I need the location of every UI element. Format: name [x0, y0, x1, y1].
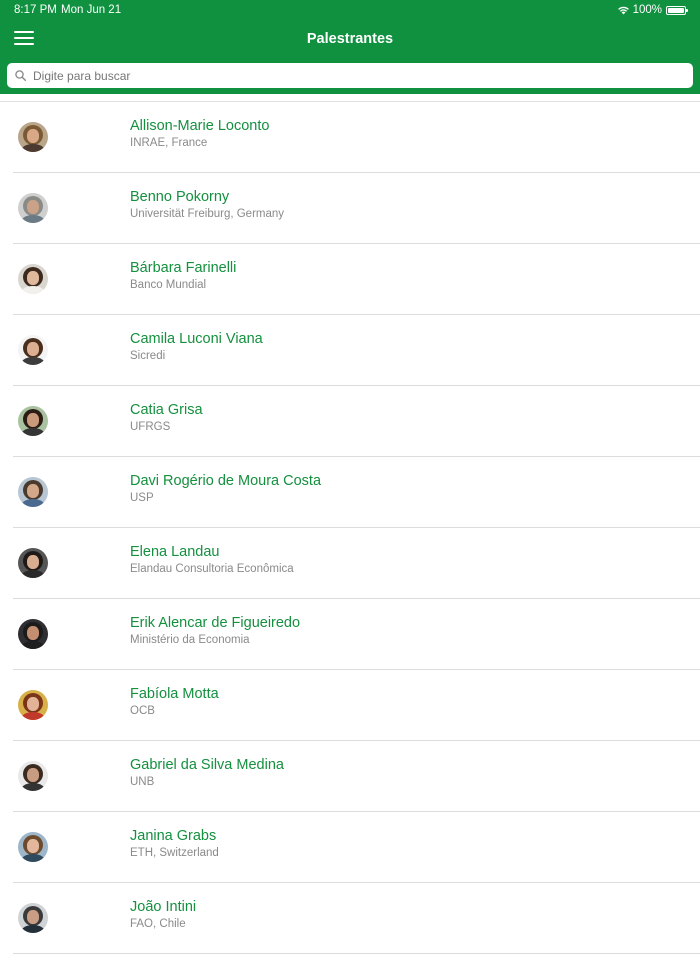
- speaker-avatar: [18, 477, 48, 507]
- speaker-organization: OCB: [130, 705, 155, 717]
- speaker-avatar: [18, 122, 48, 152]
- speaker-name: Camila Luconi Viana: [130, 331, 263, 347]
- speaker-organization: UFRGS: [130, 421, 171, 433]
- search-input[interactable]: [33, 63, 683, 88]
- speaker-avatar: [18, 406, 48, 436]
- status-bar: 8:17 PM Mon Jun 21 100%: [0, 0, 700, 22]
- speaker-row[interactable]: Janina Grabs ETH, Switzerland: [0, 812, 700, 883]
- speaker-name: Allison-Marie Loconto: [130, 118, 270, 134]
- speaker-name: Bárbara Farinelli: [130, 260, 237, 276]
- speaker-organization: Elandau Consultoria Econômica: [130, 563, 294, 575]
- speaker-avatar: [18, 690, 48, 720]
- status-time: 8:17 PM: [14, 4, 57, 16]
- speaker-row[interactable]: Erik Alencar de Figueiredo Ministério da …: [0, 599, 700, 670]
- speaker-organization: INRAE, France: [130, 137, 208, 149]
- speaker-organization: Sicredi: [130, 350, 166, 362]
- speaker-avatar: [18, 264, 48, 294]
- speaker-name: Janina Grabs: [130, 828, 217, 844]
- speaker-row[interactable]: Camila Luconi Viana Sicredi: [0, 315, 700, 386]
- speaker-avatar: [18, 193, 48, 223]
- speaker-avatar: [18, 903, 48, 933]
- speaker-avatar: [18, 761, 48, 791]
- speaker-organization: Banco Mundial: [130, 279, 207, 291]
- page-title: Palestrantes: [306, 31, 394, 47]
- speaker-row[interactable]: João Intini FAO, Chile: [0, 883, 700, 954]
- speaker-name: Erik Alencar de Figueiredo: [130, 615, 301, 631]
- speaker-organization: Ministério da Economia: [130, 634, 250, 646]
- speaker-row[interactable]: Fabíola Motta OCB: [0, 670, 700, 741]
- speaker-list: Allison-Marie Loconto INRAE, France Benno …: [0, 101, 700, 954]
- speaker-name: Benno Pokorny: [130, 189, 230, 205]
- speaker-organization: UNB: [130, 776, 155, 788]
- speaker-avatar: [18, 619, 48, 649]
- battery-percentage: 100%: [632, 4, 662, 16]
- speaker-name: Davi Rogério de Moura Costa: [130, 473, 322, 489]
- battery-icon: [666, 5, 688, 15]
- speaker-organization: Universität Freiburg, Germany: [130, 208, 285, 220]
- speaker-row[interactable]: Bárbara Farinelli Banco Mundial: [0, 244, 700, 315]
- app-header: 8:17 PM Mon Jun 21 100% Palestrantes: [0, 0, 700, 94]
- search-icon: [15, 70, 26, 81]
- speaker-row[interactable]: Gabriel da Silva Medina UNB: [0, 741, 700, 812]
- speaker-organization: FAO, Chile: [130, 918, 186, 930]
- speaker-row[interactable]: Davi Rogério de Moura Costa USP: [0, 457, 700, 528]
- wifi-icon: [617, 6, 629, 15]
- speaker-name: João Intini: [130, 899, 197, 915]
- speaker-row[interactable]: Elena Landau Elandau Consultoria Econômic…: [0, 528, 700, 599]
- status-right: 100%: [617, 4, 688, 16]
- speaker-avatar: [18, 548, 48, 578]
- speaker-row[interactable]: Benno Pokorny Universität Freiburg, Germa…: [0, 173, 700, 244]
- speaker-row[interactable]: Allison-Marie Loconto INRAE, France: [0, 102, 700, 173]
- speaker-name: Fabíola Motta: [130, 686, 219, 702]
- speaker-name: Gabriel da Silva Medina: [130, 757, 284, 773]
- speaker-organization: ETH, Switzerland: [130, 847, 219, 859]
- speaker-name: Catia Grisa: [130, 402, 203, 418]
- speaker-avatar: [18, 832, 48, 862]
- speaker-row[interactable]: Catia Grisa UFRGS: [0, 386, 700, 457]
- status-date: Mon Jun 21: [61, 4, 122, 16]
- search-bar[interactable]: [7, 63, 693, 88]
- speaker-avatar: [18, 335, 48, 365]
- speaker-name: Elena Landau: [130, 544, 220, 560]
- speaker-organization: USP: [130, 492, 154, 504]
